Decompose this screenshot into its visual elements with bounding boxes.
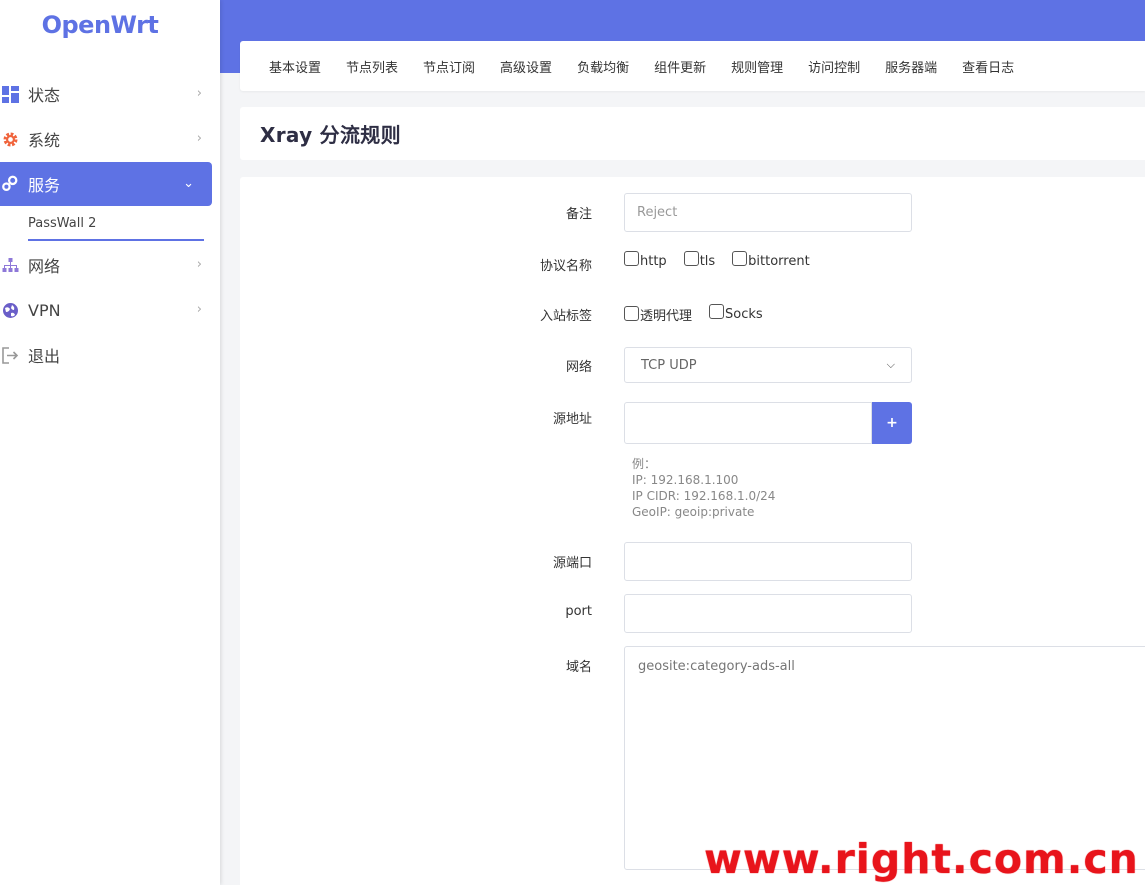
page-title: Xray 分流规则: [260, 123, 401, 147]
source-port-field: [624, 542, 912, 581]
source-label: 源地址: [552, 412, 592, 427]
port-field: [624, 594, 912, 633]
remarks-label: 备注: [565, 207, 592, 222]
tab-basic-settings[interactable]: 基本设置: [269, 57, 321, 76]
port-label: port: [565, 604, 592, 619]
globe-icon: [1, 301, 19, 319]
chevron-right-icon: ›: [196, 86, 202, 101]
shunt-rule-form: 备注 协议名称 http tls bittorrent 入站标签 透明代理 So…: [240, 177, 1145, 885]
domain-label: 域名: [565, 660, 592, 675]
tab-advanced-settings[interactable]: 高级设置: [500, 57, 552, 76]
network-field: TCP UDP ⌵: [624, 347, 912, 383]
sidebar-item-label: 状态: [28, 86, 61, 105]
chevron-down-icon: ⌵: [886, 358, 895, 371]
sidebar-item-label: 服务: [28, 176, 61, 195]
checkbox-label: tls: [699, 254, 716, 269]
sidebar-item-label: 网络: [28, 257, 61, 276]
tab-node-list[interactable]: 节点列表: [346, 57, 398, 76]
logout-icon: [1, 346, 19, 364]
remarks-field: [624, 193, 912, 232]
tab-component-update[interactable]: 组件更新: [654, 57, 706, 76]
tab-load-balance[interactable]: 负载均衡: [577, 57, 629, 76]
brand-logo[interactable]: OpenWrt: [0, 0, 220, 50]
sidebar-item-status[interactable]: 状态 ›: [0, 72, 220, 116]
tab-access-control[interactable]: 访问控制: [808, 57, 860, 76]
checkbox-label: bittorrent: [748, 254, 810, 269]
hint-line: IP: 192.168.1.100: [632, 473, 739, 487]
sidebar: OpenWrt 状态 › 系统 › 服务 ⌄ PassWall 2 网络 › V…: [0, 0, 220, 885]
source-field: +: [624, 402, 912, 444]
source-input[interactable]: [624, 402, 872, 444]
chevron-right-icon: ›: [196, 257, 202, 272]
protocol-label: 协议名称: [539, 259, 592, 274]
checkbox-box[interactable]: [683, 251, 699, 266]
source-port-input[interactable]: [624, 542, 912, 581]
remarks-input[interactable]: [624, 193, 912, 232]
checkbox-label: http: [640, 254, 667, 269]
page-title-card: Xray 分流规则: [240, 107, 1145, 160]
inbound-transparent-proxy-checkbox[interactable]: 透明代理: [624, 305, 692, 324]
tab-server-side[interactable]: 服务器端: [885, 57, 937, 76]
tab-rule-manage[interactable]: 规则管理: [731, 57, 783, 76]
gears-icon: [1, 175, 19, 193]
network-icon: [1, 256, 19, 274]
tab-bar: 基本设置 节点列表 节点订阅 高级设置 负载均衡 组件更新 规则管理 访问控制 …: [240, 41, 1145, 91]
sidebar-item-vpn[interactable]: VPN ›: [0, 288, 220, 332]
sidebar-subitem-passwall2[interactable]: PassWall 2: [28, 207, 204, 241]
chevron-right-icon: ›: [196, 131, 202, 146]
inbound-checkboxes: 透明代理 Socks: [624, 304, 780, 324]
sidebar-item-label: VPN: [28, 300, 61, 320]
checkbox-box[interactable]: [732, 251, 748, 266]
tab-node-subscribe[interactable]: 节点订阅: [423, 57, 475, 76]
sidebar-item-label: 系统: [28, 131, 61, 150]
chevron-down-icon: ⌄: [183, 176, 194, 191]
hint-line: GeoIP: geoip:private: [632, 505, 755, 519]
protocol-bittorrent-checkbox[interactable]: bittorrent: [732, 251, 810, 269]
sidebar-item-services[interactable]: 服务 ⌄: [0, 162, 212, 206]
inbound-socks-checkbox[interactable]: Socks: [709, 304, 763, 322]
sidebar-nav: 状态 › 系统 › 服务 ⌄ PassWall 2 网络 › VPN › 退出: [0, 72, 220, 377]
source-hint: 例： IP: 192.168.1.100 IP CIDR: 192.168.1.…: [632, 456, 775, 520]
network-select[interactable]: TCP UDP ⌵: [624, 347, 912, 383]
network-label: 网络: [565, 360, 592, 375]
port-input[interactable]: [624, 594, 912, 633]
inbound-label: 入站标签: [539, 309, 592, 324]
source-port-label: 源端口: [552, 556, 592, 571]
tab-view-logs[interactable]: 查看日志: [962, 57, 1014, 76]
watermark: www.right.com.cn: [704, 835, 1139, 883]
dashboard-icon: [1, 85, 19, 103]
checkbox-box[interactable]: [709, 304, 725, 319]
checkbox-label: Socks: [725, 307, 763, 322]
sidebar-subitem-label: PassWall 2: [28, 215, 97, 231]
brand-text: OpenWrt: [41, 11, 159, 39]
checkbox-label: 透明代理: [640, 309, 693, 324]
checkbox-box[interactable]: [624, 251, 639, 266]
protocol-checkboxes: http tls bittorrent: [624, 251, 827, 269]
sidebar-item-logout[interactable]: 退出: [0, 333, 220, 377]
sidebar-item-label: 退出: [28, 347, 61, 366]
chevron-right-icon: ›: [196, 302, 202, 317]
protocol-http-checkbox[interactable]: http: [624, 251, 667, 269]
sidebar-item-network[interactable]: 网络 ›: [0, 243, 220, 287]
hint-line: IP CIDR: 192.168.1.0/24: [632, 489, 776, 503]
source-add-button[interactable]: +: [872, 402, 912, 444]
hint-line: 例：: [632, 457, 657, 471]
sidebar-item-system[interactable]: 系统 ›: [0, 117, 220, 161]
gear-icon: [1, 130, 19, 148]
checkbox-box[interactable]: [624, 306, 639, 321]
network-select-value: TCP UDP: [641, 357, 697, 373]
protocol-tls-checkbox[interactable]: tls: [683, 251, 716, 269]
